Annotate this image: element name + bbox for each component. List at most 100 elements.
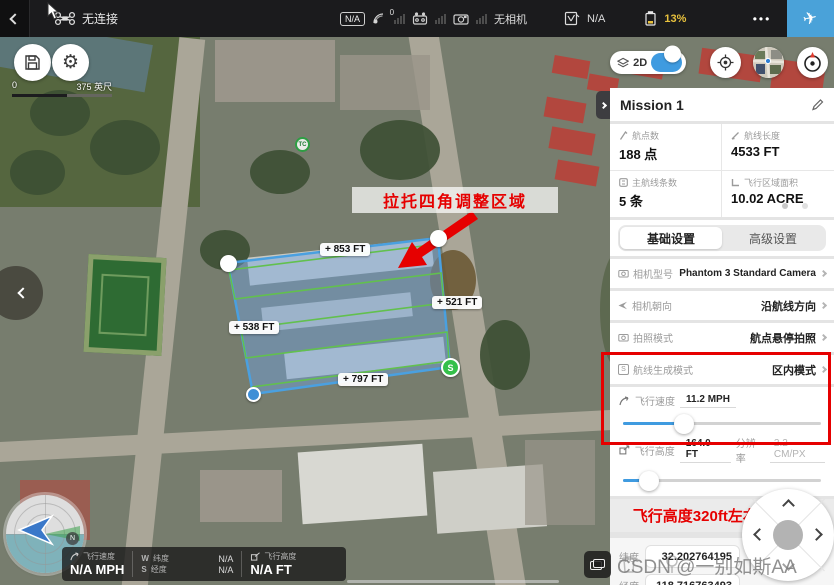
edit-mission-icon[interactable] [811,98,824,111]
home-indicator [347,580,559,583]
telemetry-altitude-label: 飞行高度 [264,551,296,562]
telemetry-bar: 飞行速度 N/A MPH W纬度N/A S经度N/A 飞行高度 N/A FT [62,547,346,581]
watermark: CSDN @一别如斯AA [617,552,797,579]
mission-stats: 航点数 188 点 航线长度 4533 FT 主航线条数 5 条 飞行区域面积 … [610,124,834,217]
locate-button[interactable] [710,47,741,78]
compass-icon [801,51,824,74]
flight-sliders: 飞行速度 11.2 MPH 飞行高度 164.0 FT 分辨率 2.2 CM/P… [610,387,834,496]
s-lines-icon [619,178,628,187]
altitude-label: 飞行高度 [635,443,675,458]
tab-advanced-settings[interactable]: 高级设置 [722,227,824,249]
satellite-icon [372,12,387,25]
setting-camera-heading[interactable]: 相机朝向 沿航线方向 [610,291,834,320]
photo-gallery-button[interactable] [584,551,611,578]
collapse-panel-button[interactable] [596,91,610,119]
speed-value: 11.2 MPH [680,394,736,408]
speed-slider[interactable] [623,422,821,425]
map-type-button[interactable] [753,47,784,78]
nudge-center-button[interactable] [773,520,803,550]
area-ruler-icon [731,178,740,187]
map-scale: 0375 英尺 [12,80,112,97]
speed-icon [619,396,630,406]
stat-area: 飞行区域面积 10.02 ACRE [722,171,834,217]
photo-mode-icon [618,333,629,342]
back-button[interactable] [0,0,30,37]
ruler-pencil-icon [731,131,740,140]
start-label: S [447,363,453,373]
compass-reset-button[interactable] [797,47,828,78]
plane-icon: ✈ [801,7,819,30]
camera-signal-bars [476,14,487,24]
pagination-dots [782,203,808,209]
stat-main-lines: 主航线条数 5 条 [610,171,722,217]
polygon-handle-top-left[interactable] [220,255,237,272]
nudge-up-icon[interactable] [782,499,795,512]
mode-2d-label: 2D [633,57,647,69]
speed-slider-knob[interactable] [674,414,694,434]
chevron-left-icon [17,287,28,298]
setting-photo-mode[interactable]: 拍照模式 航点悬停拍照 [610,323,834,352]
satellite-count: 0 [390,8,394,17]
chevron-right-icon [599,101,606,108]
altitude-icon [619,445,630,455]
measure-left: + 538 FT [229,321,279,334]
camera-status: 无相机 [494,11,527,27]
scale-end: 375 英尺 [76,80,112,93]
gps-signal-bars [394,14,405,24]
battery-percent: 13% [664,13,686,25]
stat-path-length: 航线长度 4533 FT [722,124,834,171]
telemetry-speed-value: N/A MPH [70,562,124,577]
checklist-icon [564,11,580,26]
telemetry-speed-icon [70,552,80,561]
nudge-right-icon[interactable] [810,528,823,541]
gps-mode-badge: N/A [340,12,365,26]
tutorial-annotation: 拉托四角调整区域 [352,187,558,213]
tab-basic-settings[interactable]: 基础设置 [620,227,722,249]
measure-top: + 853 FT [320,243,370,256]
polygon-handle-top-right[interactable] [430,230,447,247]
map-mode-pill: 2D [610,51,686,74]
longitude-label: 经度 [619,578,645,585]
layers-icon [617,57,629,69]
setting-route-mode[interactable]: S航线生成模式 区内模式 [610,355,834,384]
remote-controller-icon [412,12,428,25]
heading-arrow-icon [618,301,628,310]
telemetry-speed-label: 飞行速度 [83,551,115,562]
camera-icon [453,13,469,25]
wgs-w: W [141,554,149,563]
map-poi-marker: TC [295,137,310,152]
more-button[interactable]: ••• [745,0,779,37]
telemetry-altitude-value: N/A FT [250,562,296,577]
mode-2d-toggle[interactable] [651,53,682,72]
flight-status: N/A [587,13,605,25]
altitude-value: 164.0 FT [680,438,731,463]
route-mode-icon: S [618,364,629,375]
measure-bottom: + 797 FT [338,373,388,386]
save-mission-button[interactable] [14,44,51,81]
resolution-value: 2.2 CM/PX [770,438,825,463]
chevron-right-icon [820,366,827,373]
altitude-slider[interactable] [623,479,821,482]
polygon-handle-bottom-left[interactable] [246,387,261,402]
compass-north-badge: N [66,532,79,545]
settings-button[interactable]: ⚙ [52,44,89,81]
start-flight-button[interactable]: ✈ [787,0,834,37]
telemetry-altitude-icon [250,552,261,561]
polygon-start-handle[interactable]: S [441,358,460,377]
altitude-slider-knob[interactable] [639,471,659,491]
chevron-right-icon [820,302,827,309]
wgs-s: S [141,565,146,574]
connection-status: 无连接 [82,10,118,27]
battery-icon [644,11,657,26]
mouse-cursor [47,2,59,20]
app-screen: S + 853 FT + 521 FT + 538 FT + 797 FT 拉托… [0,0,834,585]
setting-camera-model[interactable]: 相机型号 Phantom 3 Standard Camera [610,259,834,288]
telemetry-lat-label: 纬度 [153,553,169,564]
photos-icon [590,559,605,570]
nudge-left-icon[interactable] [753,528,766,541]
rc-signal-bars [435,14,446,24]
minimap-icon [753,47,784,78]
gear-icon: ⚙ [62,51,79,74]
camera-model-icon [618,269,629,278]
telemetry-lat-value: N/A [218,554,233,564]
